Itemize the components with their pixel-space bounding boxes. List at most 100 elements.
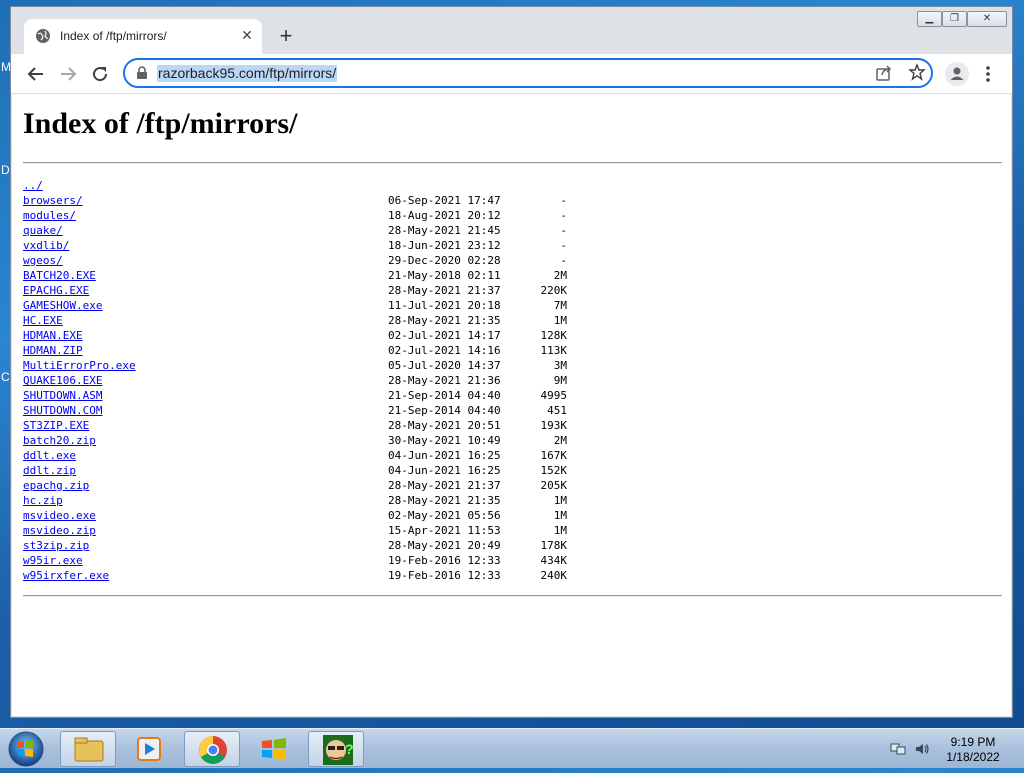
- close-window-button[interactable]: ✕: [967, 11, 1007, 27]
- file-link[interactable]: hc.zip: [23, 493, 388, 508]
- network-icon[interactable]: [890, 741, 906, 757]
- listing-row: ST3ZIP.EXE 28-May-2021 20:51 193K: [23, 418, 567, 433]
- page-content: Index of /ftp/mirrors/ ../browsers/06-Se…: [12, 94, 1011, 716]
- file-link[interactable]: quake/: [23, 223, 388, 238]
- listing-row: msvideo.zip 15-Apr-2021 11:53 1M: [23, 523, 567, 538]
- file-date: 04-Jun-2021 16:25: [388, 449, 501, 462]
- file-link[interactable]: ddlt.exe: [23, 448, 388, 463]
- globe-icon: [36, 29, 50, 43]
- file-date: 06-Sep-2021 17:47: [388, 194, 501, 207]
- file-size: 167K: [540, 449, 568, 462]
- file-link[interactable]: vxdlib/: [23, 238, 388, 253]
- file-date: 15-Apr-2021 11:53: [388, 524, 501, 537]
- new-tab-button[interactable]: +: [273, 24, 299, 50]
- file-link[interactable]: MultiErrorPro.exe: [23, 358, 388, 373]
- share-icon[interactable]: [875, 64, 893, 82]
- file-size: 2M: [553, 434, 567, 447]
- kebab-menu-icon[interactable]: [981, 62, 995, 86]
- listing-row: HC.EXE 28-May-2021 21:35 1M: [23, 313, 567, 328]
- close-tab-icon[interactable]: ✕: [238, 26, 256, 44]
- address-bar[interactable]: razorback95.com/ftp/mirrors/: [123, 58, 933, 88]
- file-link[interactable]: ST3ZIP.EXE: [23, 418, 388, 433]
- file-size: 2M: [553, 269, 567, 282]
- file-link[interactable]: HC.EXE: [23, 313, 388, 328]
- file-size: -: [560, 194, 567, 207]
- file-size: 1M: [553, 314, 567, 327]
- file-size: 152K: [540, 464, 568, 477]
- file-link[interactable]: HDMAN.ZIP: [23, 343, 388, 358]
- listing-row: HDMAN.ZIP 02-Jul-2021 14:16 113K: [23, 343, 567, 358]
- file-date: 21-May-2018 02:11: [388, 269, 501, 282]
- file-link[interactable]: SHUTDOWN.ASM: [23, 388, 388, 403]
- taskbar-app-button[interactable]: ?: [308, 731, 364, 767]
- taskbar-explorer-button[interactable]: [60, 731, 116, 767]
- listing-row: hc.zip 28-May-2021 21:35 1M: [23, 493, 567, 508]
- listing-row: GAMESHOW.exe 11-Jul-2021 20:18 7M: [23, 298, 567, 313]
- listing-row: BATCH20.EXE 21-May-2018 02:11 2M: [23, 268, 567, 283]
- listing-row: w95ir.exe 19-Feb-2016 12:33 434K: [23, 553, 567, 568]
- file-link[interactable]: wgeos/: [23, 253, 388, 268]
- restore-button[interactable]: ❐: [942, 11, 967, 27]
- file-link[interactable]: msvideo.zip: [23, 523, 388, 538]
- file-link[interactable]: st3zip.zip: [23, 538, 388, 553]
- listing-row: ddlt.exe 04-Jun-2021 16:25 167K: [23, 448, 567, 463]
- minimize-button[interactable]: ▁: [917, 11, 942, 27]
- taskbar-chrome-button[interactable]: [184, 731, 240, 767]
- file-size: -: [560, 254, 567, 267]
- profile-avatar-icon[interactable]: [945, 62, 969, 86]
- file-size: 240K: [540, 569, 568, 582]
- file-link[interactable]: w95ir.exe: [23, 553, 388, 568]
- taskbar-clock[interactable]: 9:19 PM 1/18/2022: [938, 735, 1008, 765]
- taskbar-media-player-button[interactable]: [122, 731, 178, 767]
- file-link[interactable]: SHUTDOWN.COM: [23, 403, 388, 418]
- file-size: 1M: [553, 509, 567, 522]
- file-date: 02-May-2021 05:56: [388, 509, 501, 522]
- file-link[interactable]: batch20.zip: [23, 433, 388, 448]
- forward-arrow-icon[interactable]: [56, 62, 80, 86]
- file-link[interactable]: w95irxfer.exe: [23, 568, 388, 583]
- browser-tab[interactable]: Index of /ftp/mirrors/ ✕: [24, 19, 262, 54]
- listing-row: epachg.zip 28-May-2021 21:37 205K: [23, 478, 567, 493]
- file-link[interactable]: modules/: [23, 208, 388, 223]
- file-link[interactable]: ddlt.zip: [23, 463, 388, 478]
- lock-icon[interactable]: [135, 66, 149, 80]
- listing-row: quake/28-May-2021 21:45 -: [23, 223, 567, 238]
- file-link[interactable]: EPACHG.EXE: [23, 283, 388, 298]
- file-size: 205K: [540, 479, 568, 492]
- listing-row: wgeos/29-Dec-2020 02:28 -: [23, 253, 567, 268]
- file-date: 28-May-2021 21:36: [388, 374, 501, 387]
- file-link[interactable]: GAMESHOW.exe: [23, 298, 388, 313]
- bookmark-star-icon[interactable]: [908, 63, 926, 81]
- svg-text:?: ?: [345, 741, 354, 757]
- file-link[interactable]: HDMAN.EXE: [23, 328, 388, 343]
- file-link[interactable]: msvideo.exe: [23, 508, 388, 523]
- volume-icon[interactable]: [914, 741, 930, 757]
- directory-listing: ../browsers/06-Sep-2021 17:47 - modules/18…: [23, 178, 567, 583]
- file-date: 21-Sep-2014 04:40: [388, 404, 501, 417]
- back-arrow-icon[interactable]: [24, 62, 48, 86]
- file-link[interactable]: QUAKE106.EXE: [23, 373, 388, 388]
- taskbar-windows-button[interactable]: [246, 731, 302, 767]
- file-link[interactable]: browsers/: [23, 193, 388, 208]
- file-date: 19-Feb-2016 12:33: [388, 569, 501, 582]
- file-date: 19-Feb-2016 12:33: [388, 554, 501, 567]
- chrome-icon: [199, 736, 227, 764]
- file-size: 128K: [540, 329, 568, 342]
- file-size: 451: [547, 404, 567, 417]
- listing-row: ../: [23, 178, 567, 193]
- taskbar: ? 9:19 PM 1/18/2022: [0, 728, 1024, 768]
- file-link[interactable]: BATCH20.EXE: [23, 268, 388, 283]
- browser-toolbar: razorback95.com/ftp/mirrors/: [11, 54, 1012, 94]
- file-date: 18-Jun-2021 23:12: [388, 239, 501, 252]
- url-text[interactable]: razorback95.com/ftp/mirrors/: [157, 65, 338, 82]
- file-link[interactable]: epachg.zip: [23, 478, 388, 493]
- file-link[interactable]: ../: [23, 178, 388, 193]
- file-date: 18-Aug-2021 20:12: [388, 209, 501, 222]
- listing-row: SHUTDOWN.COM 21-Sep-2014 04:40 451: [23, 403, 567, 418]
- reload-icon[interactable]: [88, 62, 112, 86]
- file-date: 28-May-2021 21:45: [388, 224, 501, 237]
- tab-strip: Index of /ftp/mirrors/ ✕ + ▁ ❐ ✕: [11, 7, 1012, 54]
- desktop-icon-label: C: [1, 370, 10, 384]
- start-button-icon[interactable]: [4, 730, 44, 768]
- listing-row: EPACHG.EXE 28-May-2021 21:37 220K: [23, 283, 567, 298]
